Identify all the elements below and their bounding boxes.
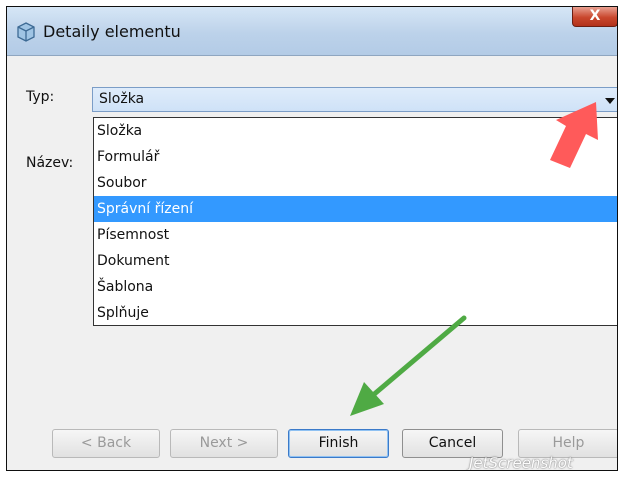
annotation-layer: [350, 102, 598, 416]
red-arrow-icon: [550, 102, 598, 168]
green-arrow-icon: [350, 315, 467, 416]
